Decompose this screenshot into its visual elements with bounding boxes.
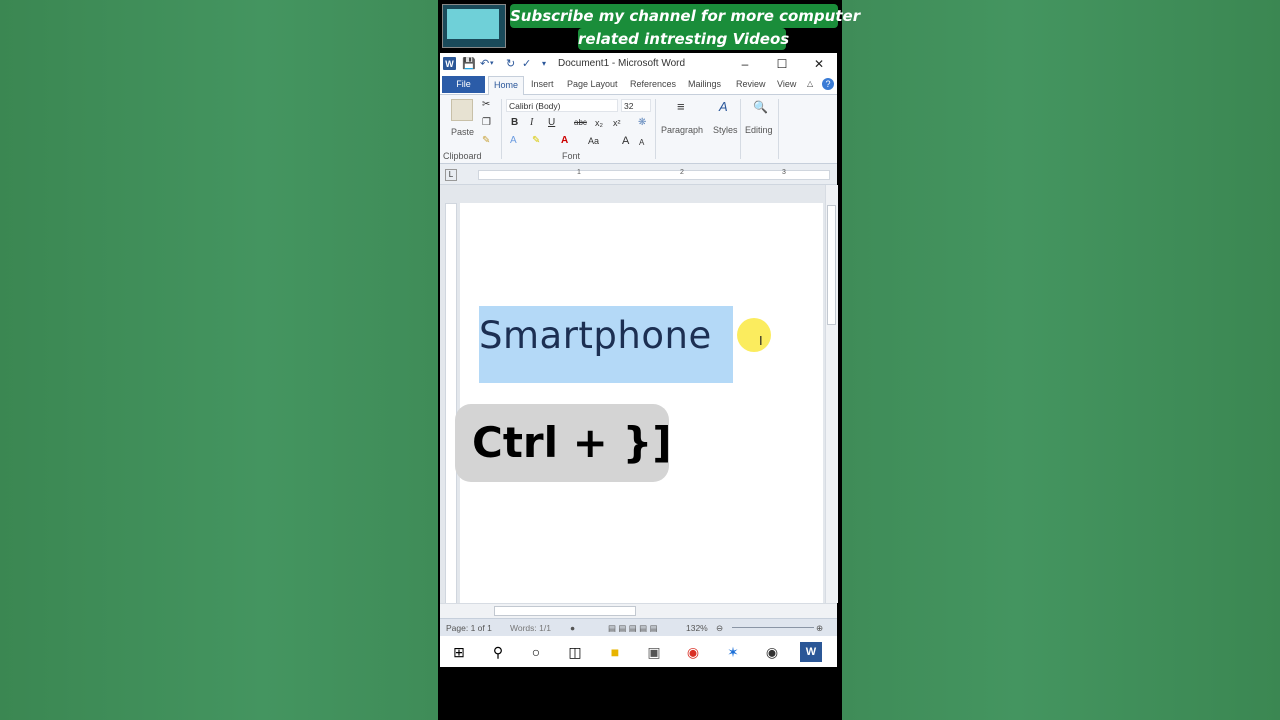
search-icon[interactable]: ⚲: [487, 642, 509, 662]
status-bar: Page: 1 of 1 Words: 1/1 ● ▤ ▤ ▤ ▤ ▤ 132%…: [440, 618, 837, 637]
format-painter-icon[interactable]: ✎: [482, 135, 490, 147]
text-cursor-icon: I: [759, 333, 763, 348]
page-count[interactable]: Page: 1 of 1: [446, 623, 492, 633]
ribbon-home: Paste ✂ ❐ ✎ Clipboard Calibri (Body) 32 …: [440, 95, 837, 164]
redo-icon[interactable]: ↻: [506, 57, 515, 71]
cut-icon[interactable]: ✂: [482, 99, 490, 111]
tab-review[interactable]: Review: [736, 79, 766, 89]
vertical-scrollbar[interactable]: [825, 185, 838, 603]
document-text[interactable]: Smartphone: [479, 314, 712, 357]
banner-line-2: related intresting Videos: [578, 28, 790, 50]
italic-button[interactable]: I: [530, 117, 533, 129]
tab-selector-icon[interactable]: L: [445, 169, 457, 181]
find-icon[interactable]: 🔍: [753, 101, 768, 113]
customize-quick-access-icon[interactable]: ▾: [542, 57, 546, 71]
clipboard-group-label: Clipboard: [443, 151, 482, 161]
tab-page-layout[interactable]: Page Layout: [567, 79, 618, 89]
windows-taskbar: ⊞ ⚲ ○ ◫ ■ ▣ ◉ ✶ ◉ W: [440, 636, 837, 667]
underline-button[interactable]: U: [548, 117, 555, 129]
title-bar: W 💾 ↶ ▾ ↻ ✓ ▾ Document1 - Microsoft Word…: [440, 53, 837, 76]
styles-icon[interactable]: A: [719, 100, 728, 113]
tab-mailings[interactable]: Mailings: [688, 79, 721, 89]
ribbon-tabs: File Home Insert Page Layout References …: [440, 75, 837, 95]
shortcut-overlay: Ctrl + }]: [455, 404, 672, 482]
paste-label[interactable]: Paste: [451, 127, 474, 137]
ruler-mark: 3: [782, 169, 786, 176]
word-taskbar-icon[interactable]: W: [800, 642, 822, 662]
format-painter-qa-icon[interactable]: ✓: [522, 57, 531, 71]
document-area[interactable]: [440, 185, 838, 605]
paste-icon[interactable]: [451, 99, 473, 121]
minimize-icon[interactable]: –: [737, 56, 753, 72]
file-explorer-icon[interactable]: ■: [604, 642, 626, 662]
banner-line-1: Subscribe my channel for more computer: [510, 4, 860, 28]
change-case-button[interactable]: Aa: [588, 135, 599, 147]
view-buttons[interactable]: ▤ ▤ ▤ ▤ ▤: [608, 623, 658, 634]
undo-icon[interactable]: ↶: [480, 57, 489, 71]
word-count[interactable]: Words: 1/1: [510, 623, 551, 633]
document-page[interactable]: [460, 203, 823, 603]
cursor-highlight: [737, 318, 771, 352]
proofing-icon[interactable]: ●: [570, 623, 575, 633]
bold-button[interactable]: B: [511, 117, 518, 129]
tab-home[interactable]: Home: [488, 76, 524, 95]
subscribe-banner: Subscribe my channel for more computer r…: [510, 4, 860, 50]
zoom-out-icon[interactable]: ⊖: [716, 623, 723, 634]
clear-formatting-icon[interactable]: ❋: [638, 117, 646, 129]
channel-logo: [442, 4, 506, 48]
windows-start-icon[interactable]: ⊞: [448, 642, 470, 662]
ruler-mark: 2: [680, 169, 684, 176]
tab-insert[interactable]: Insert: [531, 79, 554, 89]
zoom-level[interactable]: 132%: [686, 623, 708, 633]
editing-button[interactable]: Editing: [745, 125, 773, 135]
horizontal-ruler[interactable]: L 1 2 3: [440, 164, 837, 185]
tab-view[interactable]: View: [777, 79, 796, 89]
window-title: Document1 - Microsoft Word: [558, 58, 686, 69]
background-right: [842, 0, 1280, 720]
task-view-icon[interactable]: ◫: [564, 642, 586, 662]
tab-file[interactable]: File: [442, 76, 485, 93]
cortana-icon[interactable]: ○: [525, 642, 547, 662]
shrink-font-button[interactable]: A: [639, 137, 644, 149]
strikethrough-button[interactable]: abc: [574, 117, 587, 129]
background-left: [0, 0, 438, 720]
close-icon[interactable]: ✕: [811, 56, 827, 72]
minimize-ribbon-icon[interactable]: △: [807, 79, 813, 88]
undo-dropdown-icon[interactable]: ▾: [490, 57, 494, 71]
app-icon[interactable]: ▣: [643, 642, 665, 662]
paragraph-button[interactable]: Paragraph: [661, 125, 703, 135]
zoom-in-icon[interactable]: ⊕: [816, 623, 823, 634]
chrome-icon[interactable]: ◉: [682, 642, 704, 662]
media-player-icon[interactable]: ◉: [761, 642, 783, 662]
word-logo-icon: W: [443, 57, 456, 70]
paragraph-icon[interactable]: ≡: [677, 100, 685, 113]
zoom-slider[interactable]: [732, 627, 814, 628]
tab-references[interactable]: References: [630, 79, 676, 89]
horizontal-scrollbar[interactable]: [440, 603, 837, 618]
help-icon[interactable]: ?: [822, 78, 834, 90]
text-effects-icon[interactable]: A: [510, 135, 517, 147]
save-icon[interactable]: 💾: [462, 57, 476, 71]
ruler-mark: 1: [577, 169, 581, 176]
bluetooth-icon[interactable]: ✶: [722, 642, 744, 662]
font-size-select[interactable]: 32: [621, 99, 651, 112]
shortcut-text: Ctrl + }]: [472, 418, 672, 467]
vertical-ruler: [445, 203, 457, 605]
highlight-icon[interactable]: ✎: [532, 135, 540, 147]
copy-icon[interactable]: ❐: [482, 117, 491, 129]
styles-button[interactable]: Styles: [713, 125, 738, 135]
maximize-icon[interactable]: ☐: [774, 56, 790, 72]
font-color-icon[interactable]: A: [561, 135, 568, 147]
font-group-label: Font: [562, 151, 581, 161]
subscript-button[interactable]: x₂: [595, 117, 603, 129]
superscript-button[interactable]: x²: [613, 117, 621, 129]
grow-font-button[interactable]: A: [622, 135, 629, 147]
font-name-select[interactable]: Calibri (Body): [506, 99, 618, 112]
